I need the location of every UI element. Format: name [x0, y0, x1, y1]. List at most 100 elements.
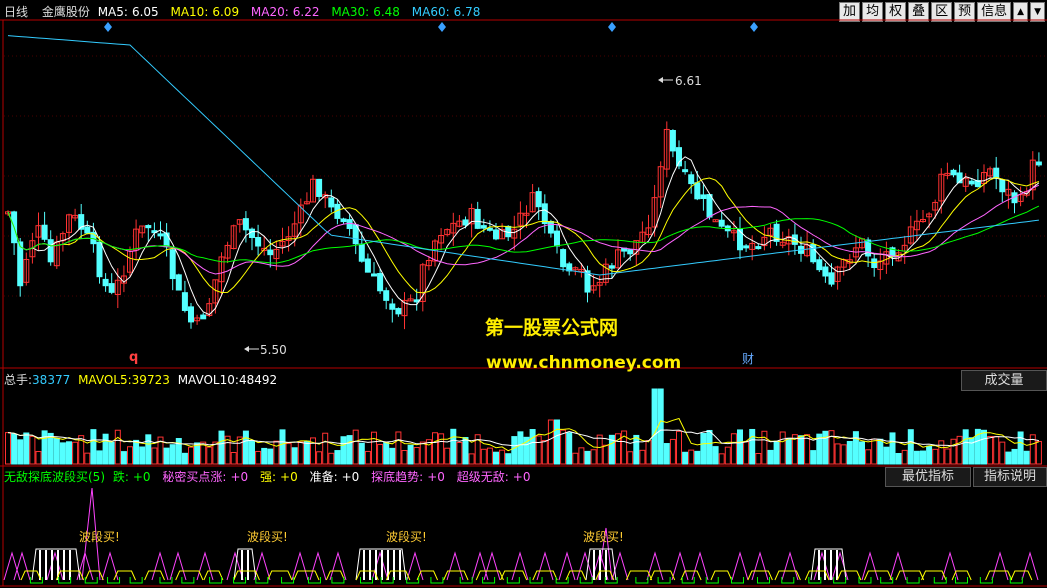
volume-bar	[950, 438, 957, 465]
candle-body	[371, 273, 377, 277]
total-volume-label: 总手:	[4, 373, 33, 387]
strong-mark	[325, 570, 345, 581]
candle-body	[700, 194, 707, 200]
indicator-help-button[interactable]: 指标说明	[973, 467, 1047, 487]
strong-mark	[267, 570, 293, 581]
trend-peak	[309, 551, 327, 581]
indicator-marks	[3, 487, 1039, 584]
volume-selector-button[interactable]: 成交量	[961, 370, 1047, 391]
volume-bar	[596, 434, 603, 465]
volume-bar	[41, 430, 48, 465]
candles	[5, 121, 1042, 330]
volume-bar	[1005, 451, 1012, 465]
stock-chart[interactable]: 6.61 5.50 q 财 第一股票公式网 www.chnmoney.com 波…	[0, 0, 1047, 588]
volume-bar	[120, 451, 127, 465]
volume-bar	[865, 449, 872, 465]
candle-body	[474, 208, 481, 229]
ma60-line	[7, 35, 1039, 276]
volume-bar	[737, 429, 743, 465]
volume-bar	[602, 444, 609, 465]
strong-mark	[565, 570, 587, 581]
volume-bar	[364, 450, 371, 465]
volume-bar	[755, 453, 762, 465]
volume-bar	[468, 453, 475, 465]
candle-body	[493, 229, 499, 240]
candle-body	[688, 174, 695, 185]
volume-bar	[236, 436, 243, 465]
volume-bar	[425, 439, 432, 465]
candle-body	[41, 224, 48, 240]
drop-mark	[255, 577, 269, 584]
strong-mark	[747, 570, 773, 581]
volume-bar	[981, 429, 987, 465]
signal-label: 波段买!	[247, 529, 288, 544]
volume-bar	[657, 388, 664, 465]
volume-bar	[5, 432, 11, 465]
signal-label: 波段买!	[386, 529, 427, 544]
candle-body	[535, 191, 542, 208]
trend-peak	[291, 551, 309, 581]
volume-bar	[456, 442, 463, 465]
volume-bar	[560, 429, 567, 465]
volume-bar	[401, 450, 408, 465]
volume-bar	[188, 446, 194, 465]
drop-mark	[933, 577, 947, 584]
volume-bar	[291, 447, 298, 465]
trend-peak	[196, 551, 214, 581]
candle-body	[743, 245, 750, 249]
volume-bar	[669, 438, 676, 465]
candle-body	[181, 292, 188, 311]
volume-bar	[352, 429, 359, 465]
volume-bar	[389, 447, 396, 465]
best-indicator-button[interactable]: 最优指标	[885, 467, 971, 487]
volume-bar	[1017, 431, 1024, 465]
trend-peak	[253, 551, 271, 581]
strong-mark	[20, 570, 42, 581]
indicator-field-secret: 秘密买点涨: +0	[162, 470, 249, 484]
volume-bar	[493, 451, 499, 465]
volume-bar	[175, 438, 182, 465]
volume-bar	[114, 429, 121, 465]
volume-bar	[438, 433, 445, 465]
volume-bar	[334, 450, 341, 465]
candle-body	[255, 236, 262, 247]
drop-mark	[129, 577, 143, 584]
candle-body	[871, 258, 878, 269]
volume-bar	[541, 440, 548, 465]
trend-peak	[671, 551, 689, 581]
candle-body	[547, 220, 554, 234]
volume-bar	[432, 432, 438, 465]
ma-lines	[7, 35, 1040, 316]
low-label: 5.50	[260, 343, 287, 357]
candle-body	[554, 230, 560, 247]
strong-mark	[680, 570, 702, 581]
volume-bar	[255, 450, 262, 465]
strong-mark	[416, 570, 439, 581]
volume-bar	[730, 433, 737, 465]
indicator-name: 无敌探底波段买(5)	[4, 470, 105, 484]
drop-mark	[781, 577, 795, 584]
drop-mark	[906, 577, 920, 584]
mavol5-label: MAVOL5:	[78, 373, 132, 387]
volume-bar	[639, 449, 646, 465]
strong-mark	[1010, 570, 1033, 581]
volume-bar	[108, 441, 115, 465]
volume-bar	[663, 443, 670, 465]
volume-bar	[419, 441, 426, 465]
drop-mark	[331, 577, 345, 584]
event-marker	[438, 22, 446, 32]
volume-bar	[383, 442, 390, 465]
volume-bar	[285, 443, 292, 465]
volume-bar	[889, 432, 896, 465]
trend-peak	[446, 551, 464, 581]
marker-cai: 财	[742, 352, 754, 366]
volume-bar	[694, 450, 701, 465]
volume-bar	[529, 429, 536, 465]
indicator-field-ready: 准备: +0	[309, 470, 360, 484]
drop-mark	[209, 577, 223, 584]
total-volume-value: 38377	[32, 373, 71, 387]
volume-bar	[261, 447, 268, 465]
indicator-field-strong: 强: +0	[259, 470, 298, 484]
volume-bar	[901, 449, 908, 465]
chart-grid	[0, 19, 1047, 587]
